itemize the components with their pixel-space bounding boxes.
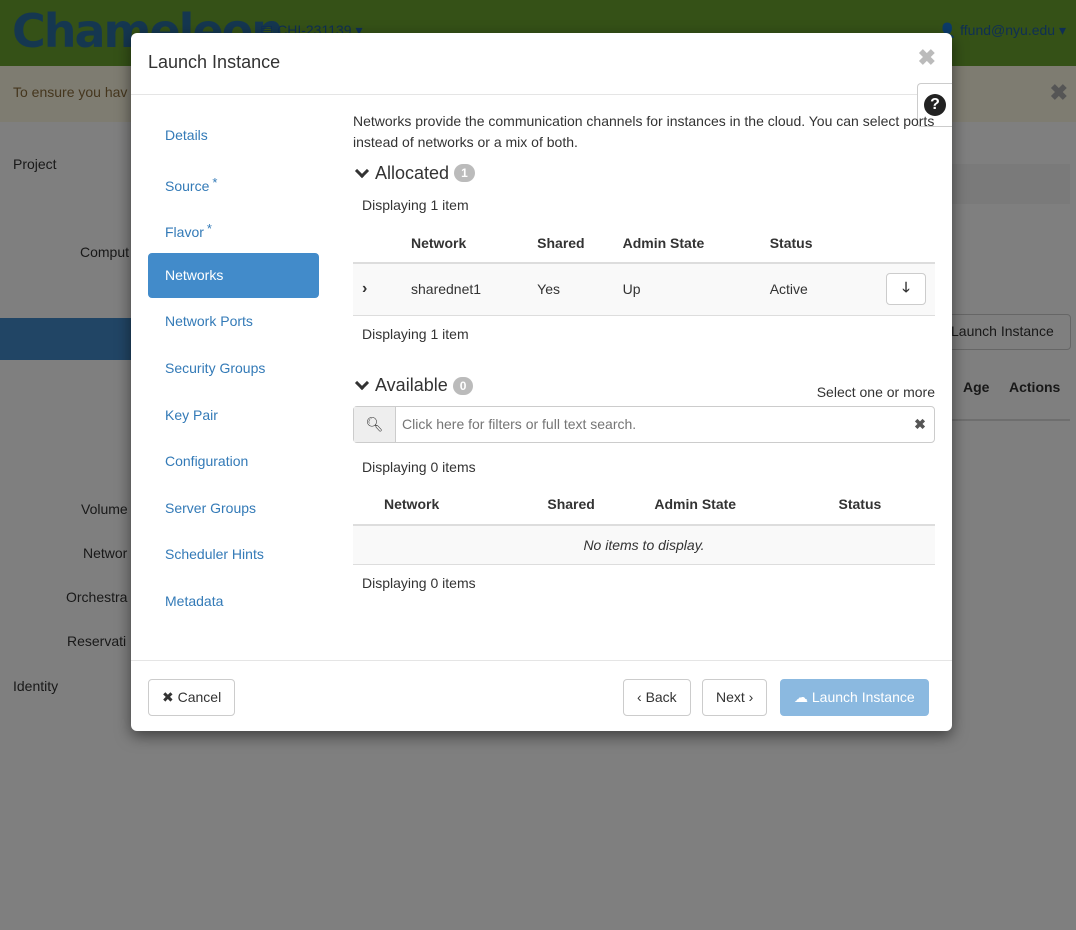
nav-network-ports[interactable]: Network Ports <box>148 299 319 344</box>
allocated-header[interactable]: Allocated 1 <box>353 159 935 187</box>
close-icon[interactable]: ✖ <box>918 45 936 71</box>
nav-security-groups[interactable]: Security Groups <box>148 346 319 391</box>
modal-title: Launch Instance <box>131 33 952 95</box>
col-status: Status <box>769 223 847 264</box>
section-title: Available <box>375 375 448 395</box>
available-table: Network Shared Admin State Status No items … <box>353 484 935 565</box>
col-admin-state: Admin State <box>654 484 839 526</box>
chevron-down-icon <box>354 163 370 178</box>
close-icon: ✖ <box>162 689 174 705</box>
nav-source[interactable]: Source * <box>148 160 319 205</box>
col-shared: Shared <box>537 223 623 264</box>
displaying-count: Displaying 1 item <box>362 325 469 342</box>
col-status: Status <box>838 484 935 526</box>
nav-server-groups[interactable]: Server Groups <box>148 486 319 531</box>
nav-networks[interactable]: Networks <box>148 252 319 298</box>
expand-chevron-icon[interactable]: › <box>353 263 411 316</box>
cloud-upload-icon: ☁ <box>794 689 808 705</box>
nav-details[interactable]: Details <box>148 113 319 158</box>
count-badge: 1 <box>454 164 475 182</box>
cancel-button[interactable]: ✖ Cancel <box>148 679 236 716</box>
available-header[interactable]: Available 0 <box>353 372 474 400</box>
count-badge: 0 <box>452 376 474 395</box>
back-button[interactable]: ‹ Back <box>623 679 691 716</box>
section-title: Allocated <box>375 162 450 183</box>
launch-instance-modal: Launch Instance ✖ ? Details Source * Flav… <box>131 33 952 731</box>
col-network: Network <box>353 484 548 526</box>
launch-instance-button[interactable]: ☁ Launch Instance <box>780 679 929 716</box>
nav-scheduler-hints[interactable]: Scheduler Hints <box>148 532 319 577</box>
nav-metadata[interactable]: Metadata <box>148 579 319 624</box>
displaying-count: Displaying 0 items <box>362 458 476 475</box>
displaying-count: Displaying 0 items <box>362 575 476 591</box>
deallocate-button[interactable]: 🡓 <box>886 273 926 306</box>
allocated-table: Network Shared Admin State Status › sharedn… <box>353 223 935 316</box>
empty-message: No items to display. <box>353 524 935 565</box>
displaying-count: Displaying 1 item <box>362 197 469 213</box>
nav-key-pair[interactable]: Key Pair <box>148 393 319 438</box>
col-admin-state: Admin State <box>622 223 770 264</box>
col-shared: Shared <box>547 484 655 526</box>
cell-status: Active <box>769 263 847 316</box>
search-icon: 🔍︎ <box>354 406 396 442</box>
wizard-nav: Details Source * Flavor * Networks Network… <box>148 113 319 626</box>
description: Networks provide the communication chann… <box>353 113 935 150</box>
networks-step: Networks provide the communication chann… <box>353 111 935 601</box>
nav-flavor[interactable]: Flavor * <box>148 206 319 251</box>
cell-admin-state: Up <box>622 263 770 316</box>
next-button[interactable]: Next › <box>702 679 768 716</box>
nav-configuration[interactable]: Configuration <box>148 439 319 484</box>
col-network: Network <box>411 223 538 264</box>
select-hint: Select one or more <box>816 383 935 400</box>
chevron-down-icon <box>354 375 370 391</box>
cell-network: sharednet1 <box>411 263 538 316</box>
cell-shared: Yes <box>537 263 623 316</box>
search-input[interactable] <box>396 406 906 442</box>
search-bar: 🔍︎ ✖ <box>353 405 935 443</box>
table-row: › sharednet1 Yes Up Active 🡓 <box>353 263 935 316</box>
modal-footer: ✖ Cancel ‹ Back Next › ☁ Launch Instance <box>131 660 952 731</box>
clear-search-icon[interactable]: ✖ <box>906 407 934 442</box>
